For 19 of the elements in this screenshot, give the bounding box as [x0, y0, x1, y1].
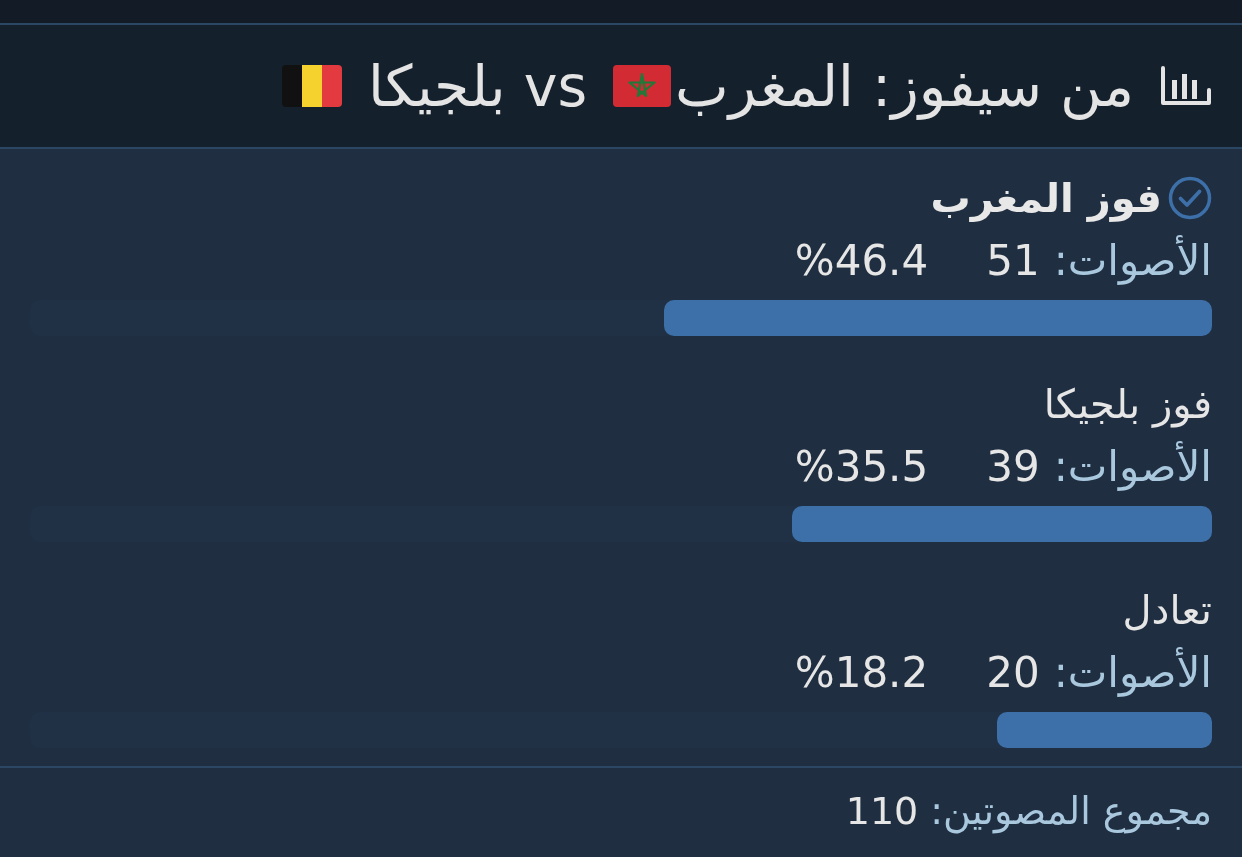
option-label: تعادل	[1122, 586, 1212, 635]
option-label: فوز بلجيكا	[1043, 380, 1212, 430]
poll-title-teams: vs بلجيكا	[367, 51, 588, 121]
vote-percent: %46.4	[794, 234, 929, 287]
morocco-flag-icon	[613, 65, 672, 107]
option-label: فوز المغرب	[930, 174, 1162, 224]
vote-percent: %35.5	[794, 440, 929, 493]
votes-label: الأصوات:	[1053, 440, 1212, 493]
votes-label: الأصوات:	[1053, 646, 1212, 699]
vote-percent: %18.2	[794, 646, 929, 699]
total-voters-count: 110	[845, 787, 919, 835]
total-voters-label: مجموع المصوتين:	[930, 787, 1212, 836]
votes-label: الأصوات:	[1053, 234, 1212, 287]
votes-count: 51	[986, 234, 1040, 287]
poll-title: من سيفوز: المغرب	[675, 51, 1134, 122]
bar-chart-icon	[1160, 66, 1212, 106]
belgium-flag-icon	[281, 65, 342, 107]
votes-count: 39	[986, 440, 1040, 493]
votes-count: 20	[986, 646, 1040, 699]
